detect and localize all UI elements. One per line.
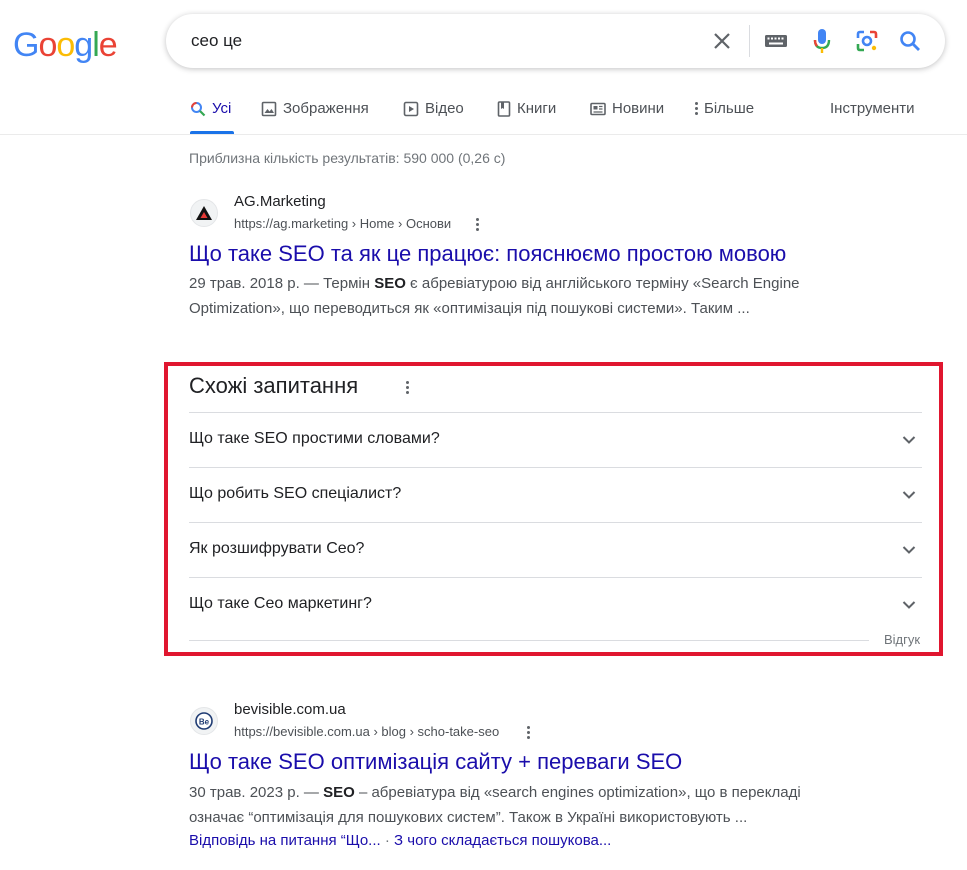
keyboard-icon[interactable] [762, 27, 790, 55]
logo-letter: o [56, 26, 75, 64]
paa-divider [189, 522, 922, 523]
search-submit-icon[interactable] [896, 27, 924, 55]
result-menu-icon[interactable] [527, 726, 530, 739]
search-box[interactable]: сео це [166, 14, 945, 68]
chevron-down-icon[interactable] [901, 432, 917, 448]
tab-label: Інструменти [830, 100, 915, 117]
tab-all[interactable]: Усі [190, 100, 231, 117]
paa-divider [189, 412, 922, 413]
result-site-name[interactable]: bevisible.com.ua [234, 701, 346, 718]
microphone-icon[interactable] [808, 27, 836, 55]
snippet-text: 29 трав. 2018 р. — Термін [189, 275, 375, 292]
header-divider [0, 134, 967, 135]
tab-books[interactable]: Книги [497, 100, 556, 117]
tab-images[interactable]: Зображення [261, 100, 369, 117]
result-url[interactable]: https://ag.marketing › Home › Основи [234, 216, 451, 231]
result-title-link[interactable]: Що таке SEO та як це працює: пояснюємо п… [189, 241, 786, 267]
tab-label: Книги [517, 100, 557, 117]
video-icon [403, 101, 419, 116]
logo-letter: e [98, 26, 118, 64]
paa-divider [189, 467, 922, 468]
result-menu-icon[interactable] [476, 218, 479, 231]
tab-label: Відео [425, 100, 464, 117]
search-icon [191, 101, 206, 116]
tab-more[interactable]: Більше [695, 100, 754, 117]
tab-label: Більше [704, 100, 755, 117]
search-input[interactable]: сео це [191, 31, 242, 51]
result-title-link[interactable]: Що таке SEO оптимізація сайту + переваги… [189, 749, 682, 775]
result-snippet: 30 трав. 2023 р. — SEO – абревіатура від… [189, 780, 849, 830]
snippet-keyword: SEO [323, 784, 355, 801]
paa-question[interactable]: Що таке Сео маркетинг? [189, 595, 372, 613]
ag-marketing-favicon[interactable] [190, 199, 218, 227]
tab-news[interactable]: Новини [590, 100, 664, 117]
book-icon [497, 100, 511, 117]
sitelinks: Відповідь на питання “Що... · З чого скл… [189, 832, 611, 850]
paa-title: Схожі запитання [189, 373, 359, 398]
paa-question[interactable]: Що таке SEO простими словами? [189, 430, 440, 448]
logo-letter: o [38, 26, 57, 64]
snippet-text: 30 трав. 2023 р. — [189, 784, 324, 801]
search-divider [749, 25, 750, 57]
tab-label: Усі [212, 100, 232, 117]
lens-camera-icon[interactable] [853, 27, 881, 55]
snippet-text: є абревіатурою від англійського терміну … [405, 275, 800, 292]
paa-divider [189, 640, 869, 641]
result-site-name[interactable]: AG.Marketing [234, 193, 326, 210]
image-icon [261, 101, 277, 116]
paa-menu-icon[interactable] [406, 381, 409, 394]
chevron-down-icon[interactable] [901, 597, 917, 613]
svg-text:Be: Be [199, 718, 210, 727]
paa-question[interactable]: Як розшифрувати Сео? [189, 540, 364, 558]
tab-tools[interactable]: Інструменти [830, 100, 915, 117]
feedback-link[interactable]: Відгук [884, 632, 920, 647]
bevisible-favicon[interactable]: Be [190, 707, 218, 735]
snippet-text: – абревіатура від «search engines optimi… [354, 784, 801, 801]
sitelink[interactable]: З чого складається пошукова... [394, 832, 611, 849]
snippet-keyword: SEO [374, 275, 406, 292]
clear-icon[interactable] [708, 27, 736, 55]
snippet-text: означає “оптимізація для пошукових систе… [189, 809, 748, 826]
tab-label: Зображення [283, 100, 369, 117]
tab-label: Новини [612, 100, 665, 117]
result-url[interactable]: https://bevisible.com.ua › blog › scho-t… [234, 724, 499, 739]
chevron-down-icon[interactable] [901, 487, 917, 503]
result-stats: Приблизна кількість результатів: 590 000… [189, 150, 506, 166]
snippet-text: Optimization», що переводиться як «оптим… [189, 300, 750, 317]
sitelink[interactable]: Відповідь на питання “Що... [189, 832, 381, 849]
sitelink-separator: · [380, 832, 395, 849]
google-logo[interactable]: Google [13, 26, 118, 65]
news-icon [590, 102, 606, 115]
paa-question[interactable]: Що робить SEO спеціалист? [189, 485, 401, 503]
result-snippet: 29 трав. 2018 р. — Термін SEO є абревіат… [189, 271, 849, 321]
logo-letter: g [74, 26, 93, 64]
tab-video[interactable]: Відео [403, 100, 464, 117]
paa-divider [189, 577, 922, 578]
more-vert-icon [695, 102, 698, 115]
logo-letter: G [13, 26, 39, 64]
chevron-down-icon[interactable] [901, 542, 917, 558]
